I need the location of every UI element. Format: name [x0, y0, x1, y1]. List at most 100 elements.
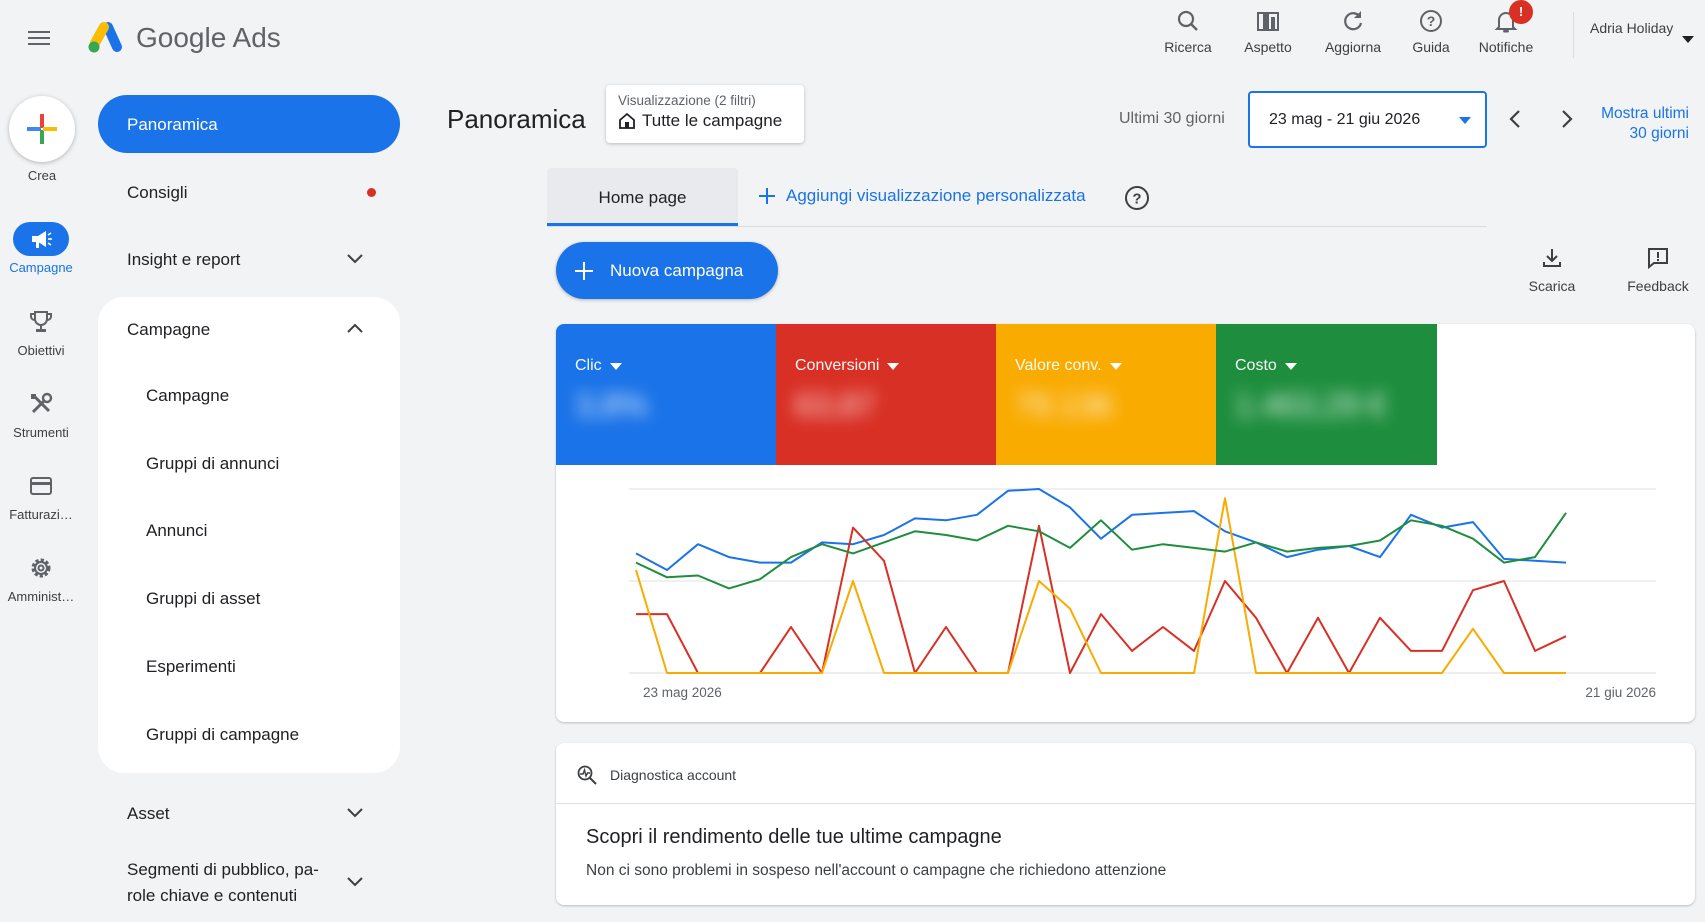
chevron-down-icon[interactable] [346, 253, 364, 265]
rail-item-obiettivi[interactable]: Obiettivi [0, 305, 82, 358]
hamburger-icon [28, 31, 50, 45]
chevron-down-icon[interactable] [346, 807, 364, 819]
new-campaign-label: Nuova campagna [610, 260, 744, 280]
nav-sub-campagne[interactable]: Campagne [146, 386, 229, 406]
nav-item-segmenti[interactable]: Segmenti di pubblico, pa-role chiave e c… [127, 857, 347, 909]
view-filter-count: Visualizzazione (2 filtri) [618, 93, 756, 108]
scorecard-valore-conv-value: 79.136 [1015, 387, 1113, 423]
series-line-valore-conv [635, 497, 1566, 674]
show-last-30-days-link[interactable]: Mostra ultimi 30 giorni [1585, 104, 1689, 144]
nav-sub-gruppi-campagne[interactable]: Gruppi di campagne [146, 725, 299, 745]
scorecard-valore-conv[interactable]: Valore conv. 79.136 [996, 324, 1216, 465]
account-diagnostics-card: Diagnostica account Scopri il rendimento… [556, 743, 1695, 905]
nav-sub-gruppi-asset[interactable]: Gruppi di asset [146, 589, 260, 609]
nav-item-panoramica[interactable]: Panoramica [98, 95, 400, 153]
tools-icon [31, 392, 53, 414]
rail-item-strumenti[interactable]: Strumenti [0, 387, 82, 440]
account-name[interactable]: Adria Holiday [1590, 20, 1673, 36]
series-line-conversioni [636, 524, 1567, 674]
notifications-label: Notifiche [1478, 39, 1534, 55]
svg-text:?: ? [1427, 13, 1436, 29]
nav-sub-annunci[interactable]: Annunci [146, 521, 207, 541]
create-button[interactable] [9, 96, 75, 162]
chevron-left-icon[interactable] [1503, 104, 1527, 134]
account-caret-icon[interactable] [1682, 36, 1694, 43]
feedback-button[interactable]: Feedback [1618, 246, 1698, 294]
consigli-alert-dot [367, 188, 376, 197]
scorecard-clic[interactable]: Clic 3,8% [556, 324, 776, 465]
notifications-button[interactable]: Notifiche [1466, 8, 1546, 62]
help-label: Guida [1412, 39, 1450, 55]
nav-item-consigli[interactable]: Consigli [127, 183, 187, 203]
add-custom-view-tab[interactable]: Aggiungi visualizzazione personalizzata [758, 186, 1086, 206]
help-button[interactable]: ? Guida [1391, 8, 1471, 62]
appearance-button[interactable]: Aspetto [1228, 8, 1308, 62]
refresh-button[interactable]: Aggiorna [1313, 8, 1393, 62]
diagnostics-heading: Diagnostica account [610, 767, 737, 783]
scorecard-costo[interactable]: Costo 1.463,29 € [1216, 324, 1437, 465]
date-range-value: 23 mag - 21 giu 2026 [1269, 111, 1421, 128]
chevron-right-icon[interactable] [1555, 104, 1579, 134]
chevron-down-icon[interactable] [346, 876, 364, 888]
download-icon [1543, 249, 1561, 267]
dropdown-caret-icon [1459, 117, 1471, 124]
search-label: Ricerca [1164, 39, 1212, 55]
scorecard-clic-name: Clic [575, 357, 602, 374]
tab-divider [547, 226, 1487, 227]
rail-label-strumenti: Strumenti [13, 425, 69, 440]
new-campaign-button[interactable]: Nuova campagna [556, 242, 778, 299]
campagne-nav-group [98, 297, 400, 773]
diagnostics-title: Scopri il rendimento delle tue ultime ca… [586, 826, 1002, 848]
nav-sub-esperimenti[interactable]: Esperimenti [146, 657, 236, 677]
credit-card-icon [30, 477, 52, 495]
nav-item-insight[interactable]: Insight e report [127, 250, 240, 270]
view-selected: Tutte le campagne [642, 111, 783, 130]
date-range-picker[interactable]: 23 mag - 21 giu 2026 [1248, 91, 1487, 148]
nav-item-asset[interactable]: Asset [127, 804, 170, 824]
add-custom-view-label: Aggiungi visualizzazione personalizzata [786, 186, 1086, 205]
plus-colored-icon [27, 114, 57, 144]
diagnostics-search-icon [577, 765, 597, 785]
refresh-label: Aggiorna [1324, 39, 1382, 55]
rail-item-amministrazione[interactable]: Amminist… [0, 551, 82, 604]
rail-item-campagne[interactable]: Campagne [0, 222, 82, 275]
page-title: Panoramica [447, 104, 586, 134]
rail-label-amministrazione: Amminist… [7, 589, 75, 604]
rail-label-fatturazione: Fatturazi… [9, 507, 73, 522]
megaphone-icon [32, 231, 52, 248]
dropdown-caret-icon [1109, 362, 1122, 370]
gear-icon [31, 558, 51, 578]
scorecard-costo-value: 1.463,29 € [1235, 387, 1387, 423]
tab-home-page[interactable]: Home page [547, 168, 738, 226]
rail-active-indicator [13, 222, 69, 256]
trophy-icon [30, 311, 52, 332]
app-brand: Google Ads [136, 22, 281, 53]
notification-badge: ! [1509, 0, 1533, 24]
view-selector[interactable]: Visualizzazione (2 filtri) Tutte le camp… [606, 85, 804, 143]
nav-item-campagne-group[interactable]: Campagne [127, 320, 210, 340]
help-circle-icon[interactable]: ? [1124, 185, 1150, 211]
create-label: Crea [27, 168, 57, 183]
search-button[interactable]: Ricerca [1148, 8, 1228, 62]
rail-item-fatturazione[interactable]: Fatturazi… [0, 469, 82, 522]
scorecard-clic-value: 3,8% [575, 387, 648, 423]
main-menu-button[interactable] [24, 26, 54, 50]
nav-sub-gruppi-annunci[interactable]: Gruppi di annunci [146, 454, 279, 474]
appearance-icon [1257, 12, 1279, 31]
download-label: Scarica [1528, 278, 1576, 294]
download-button[interactable]: Scarica [1512, 246, 1592, 294]
dropdown-caret-icon [609, 362, 622, 370]
scorecard-conversioni[interactable]: Conversioni 63,87 [776, 324, 996, 465]
diagnostics-divider [556, 803, 1695, 804]
date-range-label: Ultimi 30 giorni [1119, 110, 1225, 127]
chart-x-end-label: 21 giu 2026 [1585, 685, 1656, 700]
search-icon [1177, 10, 1198, 31]
chevron-up-icon[interactable] [346, 322, 364, 334]
feedback-icon [1648, 248, 1668, 270]
svg-text:?: ? [1132, 191, 1141, 208]
series-line-costo [635, 512, 1567, 590]
help-icon: ? [1420, 10, 1442, 32]
chart-x-start-label: 23 mag 2026 [643, 685, 722, 700]
plus-icon [759, 188, 775, 204]
topbar-divider [1573, 12, 1574, 58]
